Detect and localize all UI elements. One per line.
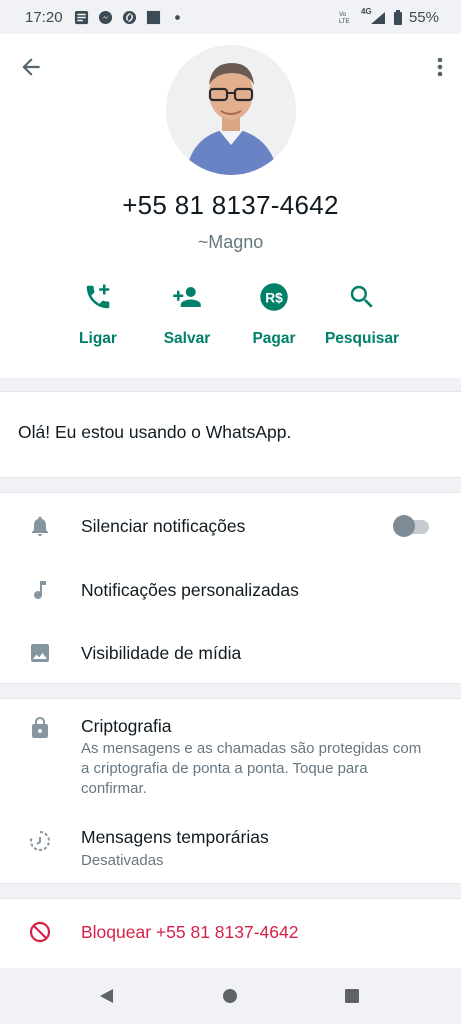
call-button[interactable]: Ligar xyxy=(48,282,148,362)
recents-square-icon[interactable] xyxy=(340,984,364,1008)
lock-icon xyxy=(32,717,48,738)
profile-card: +55 81 8137-4642 ~Magno Ligar Salvar R$ … xyxy=(0,34,461,378)
block-icon xyxy=(29,921,51,943)
call-label: Ligar xyxy=(79,330,117,347)
pay-label: Pagar xyxy=(252,330,296,347)
more-options-icon[interactable] xyxy=(433,54,447,80)
save-label: Salvar xyxy=(163,330,211,347)
contact-avatar[interactable] xyxy=(166,45,296,175)
news-icon xyxy=(74,10,88,24)
battery-percent: 55% xyxy=(408,8,439,26)
shazam-icon xyxy=(122,10,136,24)
mute-notifications-row[interactable]: Silenciar notificações xyxy=(0,493,461,559)
messenger-icon xyxy=(98,10,112,24)
custom-notifications-label: Notificações personalizadas xyxy=(81,580,299,600)
block-label: Bloquear +55 81 8137-4642 xyxy=(81,922,299,942)
status-bar: 17:20 Vo LTE 4G 55% xyxy=(0,0,461,34)
back-triangle-icon[interactable] xyxy=(94,984,118,1008)
custom-notifications-row[interactable]: Notificações personalizadas xyxy=(0,559,461,622)
add-contact-icon xyxy=(173,287,201,307)
status-time: 17:20 xyxy=(25,8,63,26)
encryption-row[interactable]: Criptografia As mensagens e as chamadas … xyxy=(0,699,461,807)
contact-phone: +55 81 8137-4642 xyxy=(122,190,339,220)
media-visibility-label: Visibilidade de mídia xyxy=(81,643,242,663)
search-label: Pesquisar xyxy=(324,330,400,347)
image-icon xyxy=(31,644,49,662)
back-arrow-icon[interactable] xyxy=(18,54,44,80)
media-visibility-row[interactable]: Visibilidade de mídia xyxy=(0,622,461,685)
disappearing-status: Desativadas xyxy=(81,852,164,869)
battery-icon xyxy=(393,9,402,25)
system-nav-bar xyxy=(0,970,461,1024)
pay-button[interactable]: R$ Pagar xyxy=(224,282,324,362)
signal-group: 4G xyxy=(361,7,387,25)
toggle-thumb xyxy=(393,515,415,537)
search-button[interactable]: Pesquisar xyxy=(312,282,412,362)
dot-icon xyxy=(174,14,180,20)
square-app-icon xyxy=(146,10,160,24)
about-text: Olá! Eu estou usando o WhatsApp. xyxy=(18,422,292,442)
timer-icon xyxy=(30,831,50,851)
signal-icon xyxy=(370,11,385,24)
mute-toggle[interactable] xyxy=(393,515,431,537)
svg-text:R$: R$ xyxy=(265,291,283,306)
status-right: Vo LTE 4G 55% xyxy=(339,7,439,26)
home-circle-icon[interactable] xyxy=(218,984,242,1008)
add-call-icon xyxy=(86,284,110,309)
contact-push-name: ~Magno xyxy=(197,232,264,252)
mute-label: Silenciar notificações xyxy=(81,516,246,536)
encryption-label: Criptografia xyxy=(81,716,172,736)
block-section[interactable]: Bloquear +55 81 8137-4642 xyxy=(0,898,461,968)
svg-text:LTE: LTE xyxy=(339,19,350,25)
save-button[interactable]: Salvar xyxy=(137,282,237,362)
about-section[interactable]: Olá! Eu estou usando o WhatsApp. xyxy=(0,391,461,478)
disappearing-messages-row[interactable]: Mensagens temporárias Desativadas xyxy=(0,817,461,883)
quick-actions: Ligar Salvar R$ Pagar Pesquisar xyxy=(0,282,461,362)
notifications-section: Silenciar notificações Notificações pers… xyxy=(0,492,461,684)
disappearing-label: Mensagens temporárias xyxy=(81,827,269,847)
music-note-icon xyxy=(34,581,46,599)
encryption-description: As mensagens e as chamadas são protegida… xyxy=(81,740,422,797)
contact-photo xyxy=(166,45,296,175)
payment-rs-icon: R$ xyxy=(260,283,288,311)
bell-icon xyxy=(32,516,48,536)
security-section: Criptografia As mensagens e as chamadas … xyxy=(0,698,461,884)
volte-icon: VoLTE xyxy=(339,12,350,25)
search-icon xyxy=(350,285,373,308)
status-left: 17:20 xyxy=(25,9,185,26)
svg-text:Vo: Vo xyxy=(339,12,347,18)
